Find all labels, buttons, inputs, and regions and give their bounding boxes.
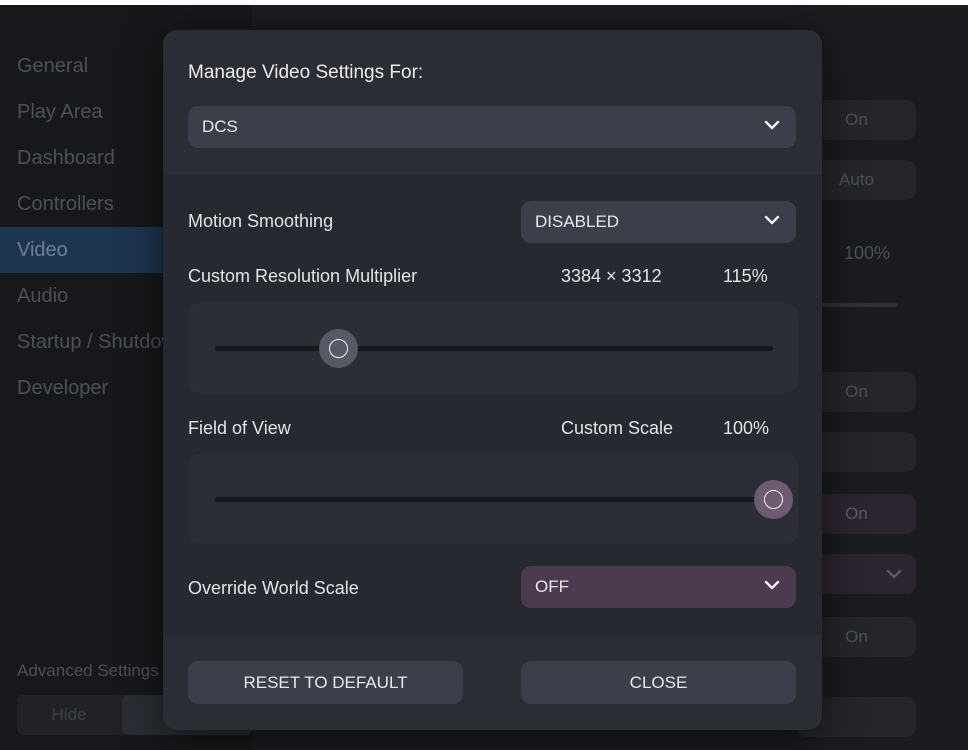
app-selector-value: DCS <box>202 117 238 136</box>
motion-smoothing-dropdown[interactable]: DISABLED <box>521 201 796 243</box>
resolution-dimensions: 3384 × 3312 <box>561 266 662 286</box>
chevron-down-icon <box>762 566 782 608</box>
bg-percent: 100% <box>844 243 891 263</box>
bg-chevron-down-icon <box>886 569 902 579</box>
override-world-scale-dropdown[interactable]: OFF <box>521 566 796 608</box>
motion-smoothing-label: Motion Smoothing <box>188 211 334 231</box>
manage-video-settings-modal: Manage Video Settings For: DCS Motion Sm… <box>163 30 822 730</box>
chevron-down-icon <box>762 106 782 148</box>
modal-title: Manage Video Settings For: <box>188 62 424 83</box>
advanced-settings-label: Advanced Settings <box>17 661 159 680</box>
field-of-view-label: Field of View <box>188 418 291 438</box>
resolution-slider-thumb[interactable] <box>318 329 358 368</box>
resolution-slider-track[interactable] <box>215 346 773 351</box>
slider-thumb-ring-icon <box>328 339 348 358</box>
app-selector-dropdown[interactable]: DCS <box>188 106 796 148</box>
field-of-view-mode: Custom Scale <box>561 418 674 438</box>
chevron-down-icon <box>762 201 782 243</box>
resolution-multiplier-label: Custom Resolution Multiplier <box>188 266 418 286</box>
motion-smoothing-value: DISABLED <box>535 212 620 231</box>
field-of-view-slider-track[interactable] <box>215 497 773 502</box>
resolution-percent: 115% <box>723 266 768 286</box>
close-button[interactable]: CLOSE <box>521 661 796 704</box>
reset-to-default-button[interactable]: RESET TO DEFAULT <box>188 661 463 704</box>
bg-slider-track <box>812 303 898 307</box>
override-world-scale-value: OFF <box>535 577 569 596</box>
override-world-scale-label: Override World Scale <box>188 578 359 598</box>
slider-thumb-ring-icon <box>764 490 783 509</box>
field-of-view-percent: 100% <box>723 418 770 438</box>
field-of-view-slider <box>188 454 798 544</box>
field-of-view-slider-thumb[interactable] <box>754 480 793 519</box>
resolution-slider <box>188 303 798 393</box>
advanced-hide-option[interactable]: Hide <box>17 695 121 735</box>
